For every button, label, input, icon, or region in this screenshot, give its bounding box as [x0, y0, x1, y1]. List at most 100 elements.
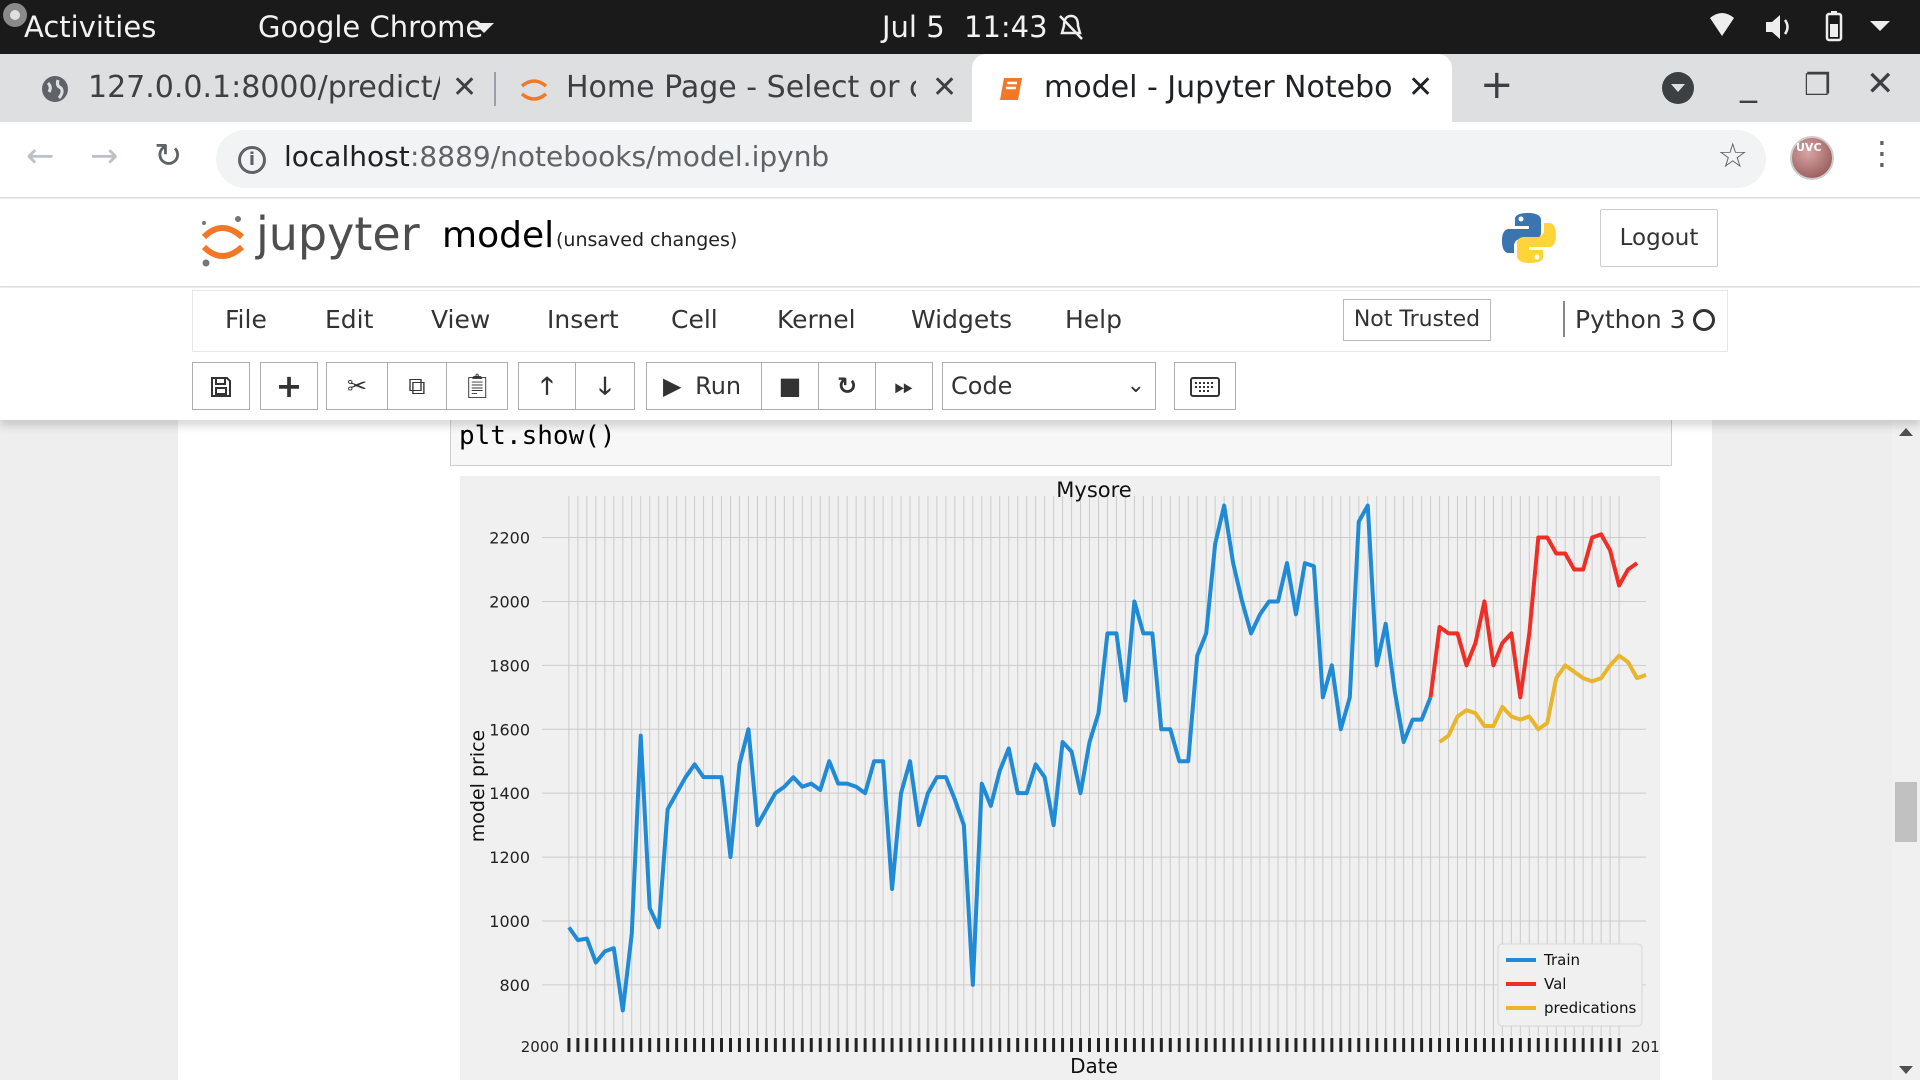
site-info-icon[interactable]: i	[238, 146, 266, 174]
tab-title: model - Jupyter Noteboo	[1044, 70, 1392, 105]
activities-button[interactable]: Activities	[24, 10, 156, 44]
move-up-button[interactable]: 🡑	[518, 362, 576, 410]
forward-icon[interactable]: →	[90, 136, 119, 176]
legend-label-train: Train	[1543, 951, 1580, 969]
notebook-page: plt.show() 800 1000 1200 1400 1600 1800 2000 22…	[178, 420, 1712, 1080]
play-icon: ▶	[663, 372, 682, 400]
scroll-up-icon[interactable]	[1899, 428, 1913, 436]
menu-cell[interactable]: Cell	[671, 305, 718, 334]
move-down-button[interactable]: 🡓	[575, 362, 635, 410]
stop-icon: ■	[778, 372, 802, 400]
kernel-separator	[1563, 301, 1565, 337]
system-status-icons[interactable]	[1700, 10, 1900, 44]
new-tab-icon[interactable]: +	[1480, 62, 1514, 108]
battery-icon	[1825, 11, 1843, 42]
url-host: localhost	[284, 140, 410, 173]
address-bar[interactable]: i localhost :8889/notebooks/model.ipynb …	[216, 130, 1766, 188]
y-tick-label: 1600	[489, 720, 530, 739]
y-tick-label: 2000	[489, 592, 530, 611]
mysore-price-chart: 800 1000 1200 1400 1600 1800 2000 2200 2000 2011 M…	[467, 478, 1669, 1078]
copy-button[interactable]: ⧉	[387, 362, 447, 410]
system-top-bar: Activities Google Chrome Jul 5 11:43	[0, 0, 1920, 54]
scroll-down-icon[interactable]	[1899, 1066, 1913, 1074]
paste-icon: 📋︎	[461, 372, 493, 400]
menu-file[interactable]: File	[225, 305, 267, 334]
reload-icon[interactable]: ↻	[154, 136, 183, 176]
kernel-name[interactable]: Python 3	[1575, 305, 1686, 334]
globe-icon	[42, 76, 68, 102]
run-label: Run	[695, 372, 742, 400]
jupyter-logo-icon[interactable]	[198, 213, 248, 269]
plot-area	[542, 496, 1646, 1036]
jupyter-icon	[520, 79, 548, 101]
app-menu-label[interactable]: Google Chrome	[258, 10, 483, 44]
output-plot: 800 1000 1200 1400 1600 1800 2000 2200 2000 2011 M…	[460, 476, 1669, 1080]
x-tick-label-last: 2011	[1631, 1038, 1660, 1056]
y-tick-label: 1200	[489, 848, 530, 867]
menu-edit[interactable]: Edit	[325, 305, 373, 334]
close-tab-icon[interactable]: ✕	[1408, 70, 1433, 105]
restart-run-all-button[interactable]: ⏩︎	[875, 362, 933, 410]
command-palette-button[interactable]	[1174, 362, 1236, 410]
kernel-idle-indicator-icon	[1693, 309, 1715, 331]
browser-tab-strip: 127.0.0.1:8000/predict/re ✕ Home Page - …	[0, 54, 1920, 122]
x-tick-label-first: 2000	[521, 1038, 559, 1056]
trust-badge[interactable]: Not Trusted	[1343, 299, 1491, 341]
minimize-icon[interactable]: _	[1740, 64, 1757, 104]
system-menu-caret-icon	[1870, 21, 1890, 31]
cut-button[interactable]: ✂	[326, 362, 388, 410]
y-tick-label: 1800	[489, 656, 530, 675]
tab-predict[interactable]: 127.0.0.1:8000/predict/re ✕	[0, 54, 494, 122]
tab-home-page[interactable]: Home Page - Select or cre ✕	[500, 54, 970, 122]
interrupt-button[interactable]: ■	[761, 362, 819, 410]
fast-forward-icon: ⏩︎	[894, 372, 914, 400]
scrollbar-thumb[interactable]	[1895, 782, 1917, 842]
cell-type-value: Code	[951, 372, 1013, 400]
close-tab-icon[interactable]: ✕	[452, 70, 477, 105]
chart-title: Mysore	[1056, 478, 1131, 502]
notebook-icon	[1000, 78, 1022, 100]
tab-title: Home Page - Select or cre	[566, 70, 916, 105]
menu-kernel[interactable]: Kernel	[777, 305, 856, 334]
code-cell-input[interactable]: plt.show()	[450, 420, 1672, 466]
save-button[interactable]	[192, 362, 250, 410]
chrome-menu-icon[interactable]: ⋮	[1866, 134, 1898, 172]
copy-icon: ⧉	[408, 372, 426, 400]
browser-toolbar: ← → ↻ i localhost :8889/notebooks/model.…	[0, 122, 1920, 198]
tab-title: 127.0.0.1:8000/predict/re	[88, 70, 440, 105]
restart-button[interactable]: ↻	[818, 362, 876, 410]
scissors-icon: ✂	[346, 372, 368, 400]
notebook-toolbar-area: File Edit View Insert Cell Kernel Widget…	[0, 288, 1920, 420]
x-axis-label: Date	[1070, 1054, 1118, 1078]
legend-label-predications: predications	[1544, 999, 1636, 1017]
logout-button[interactable]: Logout	[1600, 209, 1718, 267]
app-menu-caret-icon[interactable]	[474, 23, 494, 33]
clock-time[interactable]: 11:43	[964, 10, 1048, 44]
close-tab-icon[interactable]: ✕	[932, 70, 957, 105]
menu-help[interactable]: Help	[1065, 305, 1122, 334]
y-tick-label: 1400	[489, 784, 530, 803]
y-axis-label: model price	[467, 730, 489, 843]
menu-view[interactable]: View	[431, 305, 490, 334]
notebook-title[interactable]: model	[442, 215, 554, 256]
profile-avatar[interactable]: UVC	[1790, 136, 1834, 180]
paste-button[interactable]: 📋︎	[446, 362, 508, 410]
run-button[interactable]: ▶ Run	[646, 362, 762, 410]
volume-icon	[1766, 15, 1789, 39]
clock-date[interactable]: Jul 5	[882, 10, 945, 44]
tab-model-notebook[interactable]: model - Jupyter Noteboo ✕	[972, 54, 1452, 122]
menu-insert[interactable]: Insert	[547, 305, 619, 334]
restore-icon[interactable]: ❐	[1804, 68, 1831, 103]
page-scrollbar[interactable]	[1892, 420, 1920, 1080]
tab-search-icon[interactable]	[1662, 72, 1694, 104]
restart-icon: ↻	[836, 372, 858, 400]
back-icon[interactable]: ←	[26, 136, 55, 176]
cell-type-select[interactable]: Code ⌄	[942, 362, 1156, 410]
legend-label-val: Val	[1544, 975, 1566, 993]
insert-cell-button[interactable]: +	[260, 362, 318, 410]
avatar-text: UVC	[1796, 141, 1822, 154]
close-window-icon[interactable]: ✕	[1866, 64, 1895, 104]
bookmark-star-icon[interactable]: ☆	[1718, 136, 1748, 176]
jupyter-logo-text[interactable]: jupyter	[256, 207, 420, 261]
menu-widgets[interactable]: Widgets	[911, 305, 1012, 334]
